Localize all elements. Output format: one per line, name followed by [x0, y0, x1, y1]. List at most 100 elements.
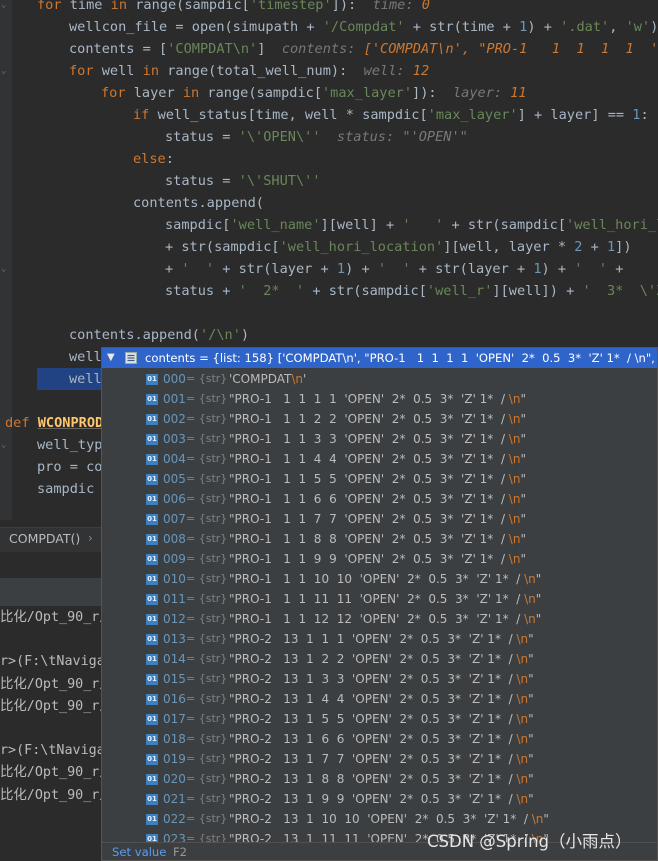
list-item[interactable]: 01 006 = {str} "PRO-1 1 1 6 6 'OPEN' 2* 0.5… [102, 489, 657, 509]
item-index: 004 [163, 452, 186, 466]
item-value: "PRO-1 1 1 1 1 'OPEN' 2* 0.5 3* 'Z' 1* /… [229, 392, 526, 406]
list-item[interactable]: 01 007 = {str} "PRO-1 1 1 7 7 'OPEN' 2* 0.5… [102, 509, 657, 529]
code-line[interactable]: well [69, 368, 102, 390]
item-index: 022 [163, 812, 186, 826]
fold-marker-icon[interactable]: ⌄ [1, 440, 9, 450]
code-line[interactable]: if well_status[time, well * sampdic['max… [133, 104, 649, 126]
fold-marker-icon[interactable]: ⌄ [1, 66, 9, 76]
list-item[interactable]: 01 002 = {str} "PRO-1 1 1 2 2 'OPEN' 2* 0.5… [102, 409, 657, 429]
code-token: well [101, 63, 143, 79]
list-item[interactable]: 01 014 = {str} "PRO-2 13 1 2 2 'OPEN' 2* 0.… [102, 649, 657, 669]
code-line[interactable]: status + ' 2* ' + str(sampdic['well_r'][… [165, 280, 658, 302]
fold-marker-icon[interactable]: ⌄ [1, 0, 9, 10]
code-token: ' ' [181, 261, 215, 277]
code-line[interactable]: contents = ['COMPDAT\n'] contents: ['COM… [69, 38, 658, 60]
code-line[interactable]: status = '\'OPEN\'' status: "'OPEN'" [165, 126, 468, 148]
item-type: = {str} [186, 592, 228, 605]
item-type: = {str} [186, 732, 228, 745]
code-line[interactable]: for layer in range(sampdic['max_layer'])… [101, 82, 527, 104]
code-token: + str(sampdic[ [443, 217, 567, 233]
item-value: "PRO-1 1 1 9 9 'OPEN' 2* 0.5 3* 'Z' 1* /… [229, 552, 526, 566]
code-token: + [165, 261, 182, 277]
code-line[interactable]: else: [133, 148, 174, 170]
list-item[interactable]: 01 016 = {str} "PRO-2 13 1 4 4 'OPEN' 2* 0.… [102, 689, 657, 709]
item-index: 008 [163, 532, 186, 546]
list-item[interactable]: 01 003 = {str} "PRO-1 1 1 3 3 'OPEN' 2* 0.5… [102, 429, 657, 449]
list-item[interactable]: 01 004 = {str} "PRO-1 1 1 4 4 'OPEN' 2* 0.5… [102, 449, 657, 469]
list-item[interactable]: 01 010 = {str} "PRO-1 1 1 10 10 'OPEN' 2* 0… [102, 569, 657, 589]
item-value: "PRO-1 1 1 12 12 'OPEN' 2* 0.5 3* 'Z' 1*… [229, 612, 542, 626]
code-token: ) [650, 19, 658, 35]
code-token: '/\n' [199, 327, 241, 343]
item-value: "PRO-2 13 1 3 3 'OPEN' 2* 0.5 3* 'Z' 1* … [229, 672, 534, 686]
list-item[interactable]: 01 001 = {str} "PRO-1 1 1 1 1 'OPEN' 2* 0.5… [102, 389, 657, 409]
code-line[interactable]: pro = co [37, 456, 102, 478]
code-token: 'max_layer' [427, 107, 518, 123]
list-item[interactable]: 01 022 = {str} "PRO-2 13 1 10 10 'OPEN' 2* … [102, 809, 657, 829]
code-line[interactable]: + ' ' + str(layer + 1) + ' ' + str(layer… [165, 258, 623, 280]
code-token: ' 2* ' [238, 283, 305, 299]
code-line[interactable]: sampdic [37, 478, 102, 500]
code-token: ][well] + [320, 217, 403, 233]
list-item[interactable]: 01 018 = {str} "PRO-2 13 1 6 6 'OPEN' 2* 0.… [102, 729, 657, 749]
variable-header-row[interactable]: ▼ contents = {list: 158} ['COMPDAT\n', "… [102, 348, 657, 368]
string-type-icon: 01 [146, 674, 158, 685]
item-value: "PRO-2 13 1 10 10 'OPEN' 2* 0.5 3* 'Z' 1… [229, 812, 549, 826]
code-token: range(sampdic[ [135, 0, 250, 13]
code-token: in [110, 0, 136, 13]
code-line[interactable]: well [69, 346, 102, 368]
list-item[interactable]: 01 017 = {str} "PRO-2 13 1 5 5 'OPEN' 2* 0.… [102, 709, 657, 729]
code-token: pro = co [37, 459, 103, 475]
list-item[interactable]: 01 012 = {str} "PRO-1 1 1 12 12 'OPEN' 2* 0… [102, 609, 657, 629]
item-index: 002 [163, 412, 186, 426]
debug-variable-popup: ▼ contents = {list: 158} ['COMPDAT\n', "… [101, 347, 658, 861]
chevron-down-icon[interactable]: ▼ [107, 348, 115, 368]
list-item[interactable]: 01 000 = {str} 'COMPDAT\n' [102, 369, 657, 389]
code-token: status: "'OPEN'" [336, 129, 468, 145]
string-type-icon: 01 [146, 734, 158, 745]
code-line[interactable]: contents.append( [133, 192, 264, 214]
item-type: = {str} [186, 792, 228, 805]
code-token: range(total_well_num): [167, 63, 364, 79]
string-type-icon: 01 [146, 494, 158, 505]
string-type-icon: 01 [146, 714, 158, 725]
code-line[interactable]: contents.append('/\n') [69, 324, 249, 346]
code-token: + str(sampdic[ [165, 239, 280, 255]
code-line[interactable]: for well in range(total_well_num): well:… [69, 60, 429, 82]
code-line[interactable]: well_typ [37, 434, 102, 456]
set-value-link[interactable]: Set value [112, 845, 166, 859]
item-value: "PRO-2 13 1 6 6 'OPEN' 2* 0.5 3* 'Z' 1* … [229, 732, 534, 746]
list-item[interactable]: 01 011 = {str} "PRO-1 1 1 11 11 'OPEN' 2* 0… [102, 589, 657, 609]
item-value: "PRO-2 13 1 4 4 'OPEN' 2* 0.5 3* 'Z' 1* … [229, 692, 534, 706]
string-type-icon: 01 [146, 614, 158, 625]
code-line[interactable]: def WCONPROD [5, 412, 103, 434]
string-type-icon: 01 [146, 594, 158, 605]
item-value: "PRO-2 13 1 2 2 'OPEN' 2* 0.5 3* 'Z' 1* … [229, 652, 534, 666]
item-type: = {str} [186, 492, 228, 505]
list-item[interactable]: 01 009 = {str} "PRO-1 1 1 9 9 'OPEN' 2* 0.5… [102, 549, 657, 569]
list-item[interactable]: 01 019 = {str} "PRO-2 13 1 7 7 'OPEN' 2* 0.… [102, 749, 657, 769]
code-line[interactable]: sampdic['well_name'][well] + ' ' + str(s… [165, 214, 658, 236]
list-item[interactable]: 01 008 = {str} "PRO-1 1 1 8 8 'OPEN' 2* 0.5… [102, 529, 657, 549]
code-token: + str(layer + [410, 261, 534, 277]
list-item[interactable]: 01 020 = {str} "PRO-2 13 1 8 8 'OPEN' 2* 0.… [102, 769, 657, 789]
item-type: = {str} [186, 752, 228, 765]
item-index: 005 [163, 472, 186, 486]
code-token: time [69, 0, 111, 13]
item-index: 021 [163, 792, 186, 806]
watermark: CSDN @Spring（小雨点） [427, 832, 632, 851]
breadcrumb-item-compdat[interactable]: COMPDAT() [9, 531, 80, 546]
item-value: "PRO-1 1 1 5 5 'OPEN' 2* 0.5 3* 'Z' 1* /… [229, 472, 526, 486]
list-item[interactable]: 01 015 = {str} "PRO-2 13 1 3 3 'OPEN' 2* 0.… [102, 669, 657, 689]
list-item[interactable]: 01 013 = {str} "PRO-2 13 1 1 1 'OPEN' 2* 0.… [102, 629, 657, 649]
code-line[interactable]: for time in range(sampdic['timestep']): … [37, 0, 430, 16]
code-token: + [607, 261, 624, 277]
list-item[interactable]: 01 021 = {str} "PRO-2 13 1 9 9 'OPEN' 2* 0.… [102, 789, 657, 809]
code-token: ][well, layer * [443, 239, 575, 255]
code-token: + str(sampdic[ [304, 283, 427, 299]
list-item[interactable]: 01 005 = {str} "PRO-1 1 1 5 5 'OPEN' 2* 0.5… [102, 469, 657, 489]
fold-marker-icon[interactable]: ⌄ [1, 264, 9, 274]
code-line[interactable]: + str(sampdic['well_hori_location'][well… [165, 236, 632, 258]
code-line[interactable]: status = '\'SHUT\'' [165, 170, 321, 192]
code-line[interactable]: wellcon_file = open(simupath + '/Compdat… [69, 16, 658, 38]
